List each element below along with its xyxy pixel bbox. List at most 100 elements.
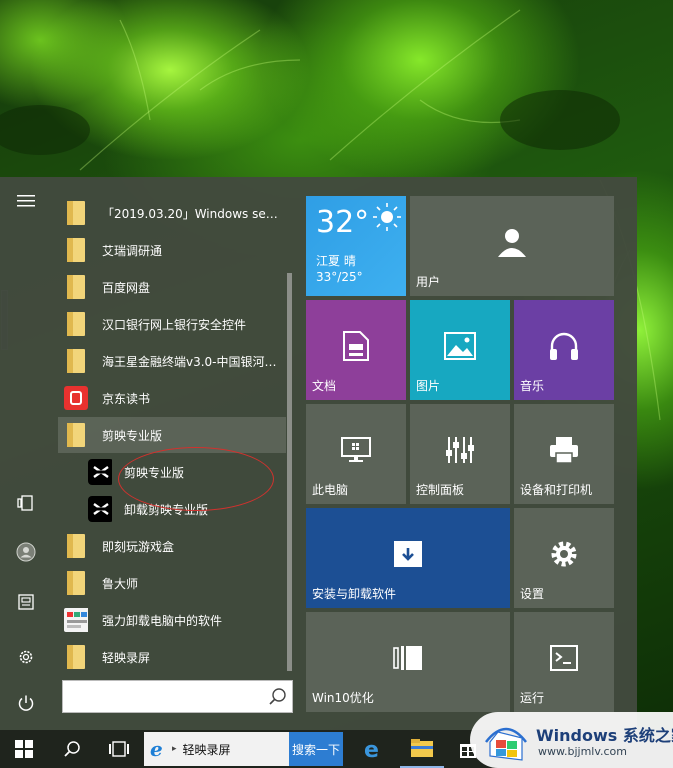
list-item[interactable]: 艾瑞调研通: [58, 232, 286, 268]
app-list[interactable]: 「2019.03.20」Windows serve... 艾瑞调研通 百度网盘 …: [58, 195, 290, 673]
search-icon[interactable]: [268, 687, 288, 707]
weather-tile[interactable]: 32° 江夏 晴 33°/25°: [306, 196, 406, 296]
tile-label: 文档: [312, 379, 337, 393]
hamburger-menu-button[interactable]: [8, 183, 44, 219]
tile-label: 用户: [416, 275, 441, 289]
list-item[interactable]: 「2019.03.20」Windows serve...: [58, 195, 286, 231]
svg-text:e: e: [364, 738, 379, 761]
pictures-tile[interactable]: 图片: [410, 300, 510, 400]
start-menu: 「2019.03.20」Windows serve... 艾瑞调研通 百度网盘 …: [0, 177, 637, 730]
edge-taskbar-button[interactable]: e: [352, 730, 396, 768]
app-label: 艾瑞调研通: [102, 243, 163, 258]
weather-range: 33°/25°: [316, 270, 363, 284]
power-button[interactable]: [8, 685, 44, 721]
documents-rail-button[interactable]: [8, 584, 44, 620]
scrollbar-thumb[interactable]: [287, 273, 292, 671]
printer-icon: [550, 437, 578, 464]
app-label: 强力卸载电脑中的软件: [102, 613, 223, 628]
jd-read-icon: [64, 385, 88, 411]
red-circle-annotation: [118, 447, 274, 511]
tile-label: 控制面板: [416, 483, 465, 497]
documents-tile[interactable]: 文档: [306, 300, 406, 400]
capcut-icon: [88, 496, 112, 522]
app-label: 京东读书: [102, 391, 151, 406]
gear-icon: [19, 650, 33, 664]
taskbar-search-button[interactable]: [50, 730, 94, 768]
tile-label: Win10优化: [312, 691, 374, 705]
devices-printers-tile[interactable]: 设备和打印机: [514, 404, 614, 504]
hamburger-icon: [17, 195, 35, 207]
task-view-icon: [109, 741, 129, 757]
list-item[interactable]: 百度网盘: [58, 269, 286, 305]
document-icon: [343, 331, 369, 361]
folder-icon: [64, 348, 88, 374]
list-item[interactable]: 即刻玩游戏盒: [58, 528, 286, 564]
folder-icon: [411, 739, 433, 757]
folder-icon: [64, 200, 88, 226]
capcut-icon: [88, 459, 112, 485]
list-item[interactable]: 海王星金融终端v3.0-中国银河证...: [58, 343, 286, 379]
watermark-logo-icon: [485, 727, 527, 761]
browser-search-box[interactable]: e ▸ 轻映录屏: [144, 732, 289, 766]
folder-icon: [64, 644, 88, 670]
app-label: 鲁大师: [102, 576, 139, 591]
app-label: 汉口银行网上银行安全控件: [102, 317, 247, 332]
app-label: 即刻玩游戏盒: [102, 539, 175, 554]
app-label: 剪映专业版: [102, 428, 163, 443]
user-tile[interactable]: 用户: [410, 196, 614, 296]
start-button[interactable]: [2, 730, 46, 768]
tile-label: 运行: [520, 691, 545, 705]
picture-icon: [444, 332, 476, 360]
this-pc-tile[interactable]: 此电脑: [306, 404, 406, 504]
app-list-scrollbar[interactable]: [287, 273, 292, 671]
document-icon: [18, 594, 34, 610]
user-icon: [498, 229, 526, 257]
start-search-box[interactable]: [62, 680, 293, 713]
music-tile[interactable]: 音乐: [514, 300, 614, 400]
computer-icon: [341, 437, 371, 462]
browser-search-text[interactable]: 轻映录屏: [183, 741, 231, 758]
avatar-icon: [16, 542, 36, 562]
task-view-button[interactable]: [97, 730, 141, 768]
list-item[interactable]: 京东读书: [58, 380, 286, 416]
app-label: 百度网盘: [102, 280, 151, 295]
folder-icon: [64, 311, 88, 337]
gear-icon: [551, 541, 577, 567]
list-item[interactable]: 强力卸载电脑中的软件: [58, 602, 286, 638]
folder-icon: [64, 533, 88, 559]
settings-tile[interactable]: 设置: [514, 508, 614, 608]
list-item[interactable]: 轻映录屏: [58, 639, 286, 673]
control-panel-tile[interactable]: 控制面板: [410, 404, 510, 504]
tile-label: 设备和打印机: [520, 483, 593, 497]
folder-icon: [64, 570, 88, 596]
svg-text:e: e: [150, 738, 163, 760]
weather-temperature: 32°: [316, 205, 370, 240]
settings-rail-button[interactable]: [8, 639, 44, 675]
install-uninstall-tile[interactable]: 安装与卸载软件: [306, 508, 510, 608]
headphones-icon: [550, 332, 578, 360]
weather-city: 江夏 晴: [316, 254, 356, 268]
edge-icon: e: [364, 738, 379, 761]
app-label: 「2019.03.20」Windows serve...: [102, 206, 282, 221]
terminal-icon: [550, 645, 578, 671]
win10-optimize-tile[interactable]: Win10优化: [306, 612, 510, 712]
uninstaller-icon: [64, 607, 88, 633]
sliders-icon: [446, 437, 474, 463]
tablet-mode-button[interactable]: [8, 485, 44, 521]
user-account-button[interactable]: [8, 534, 44, 570]
watermark-title: Windows 系统之家: [536, 726, 673, 745]
run-tile[interactable]: 运行: [514, 612, 614, 712]
dropdown-icon[interactable]: ▸: [172, 744, 177, 754]
folder-icon: [64, 237, 88, 263]
folder-open-icon: [64, 422, 88, 448]
search-go-button[interactable]: 搜索一下: [289, 732, 343, 766]
file-explorer-taskbar-button[interactable]: [400, 730, 444, 768]
tile-label: 音乐: [520, 379, 545, 393]
list-item[interactable]: 汉口银行网上银行安全控件: [58, 306, 286, 342]
tile-label: 安装与卸载软件: [312, 587, 397, 601]
list-item[interactable]: 鲁大师: [58, 565, 286, 601]
tile-label: 设置: [520, 587, 545, 601]
ie-icon: e: [150, 738, 163, 760]
watermark-url: www.bjjmlv.com: [538, 745, 627, 758]
start-search-input[interactable]: [63, 681, 258, 712]
